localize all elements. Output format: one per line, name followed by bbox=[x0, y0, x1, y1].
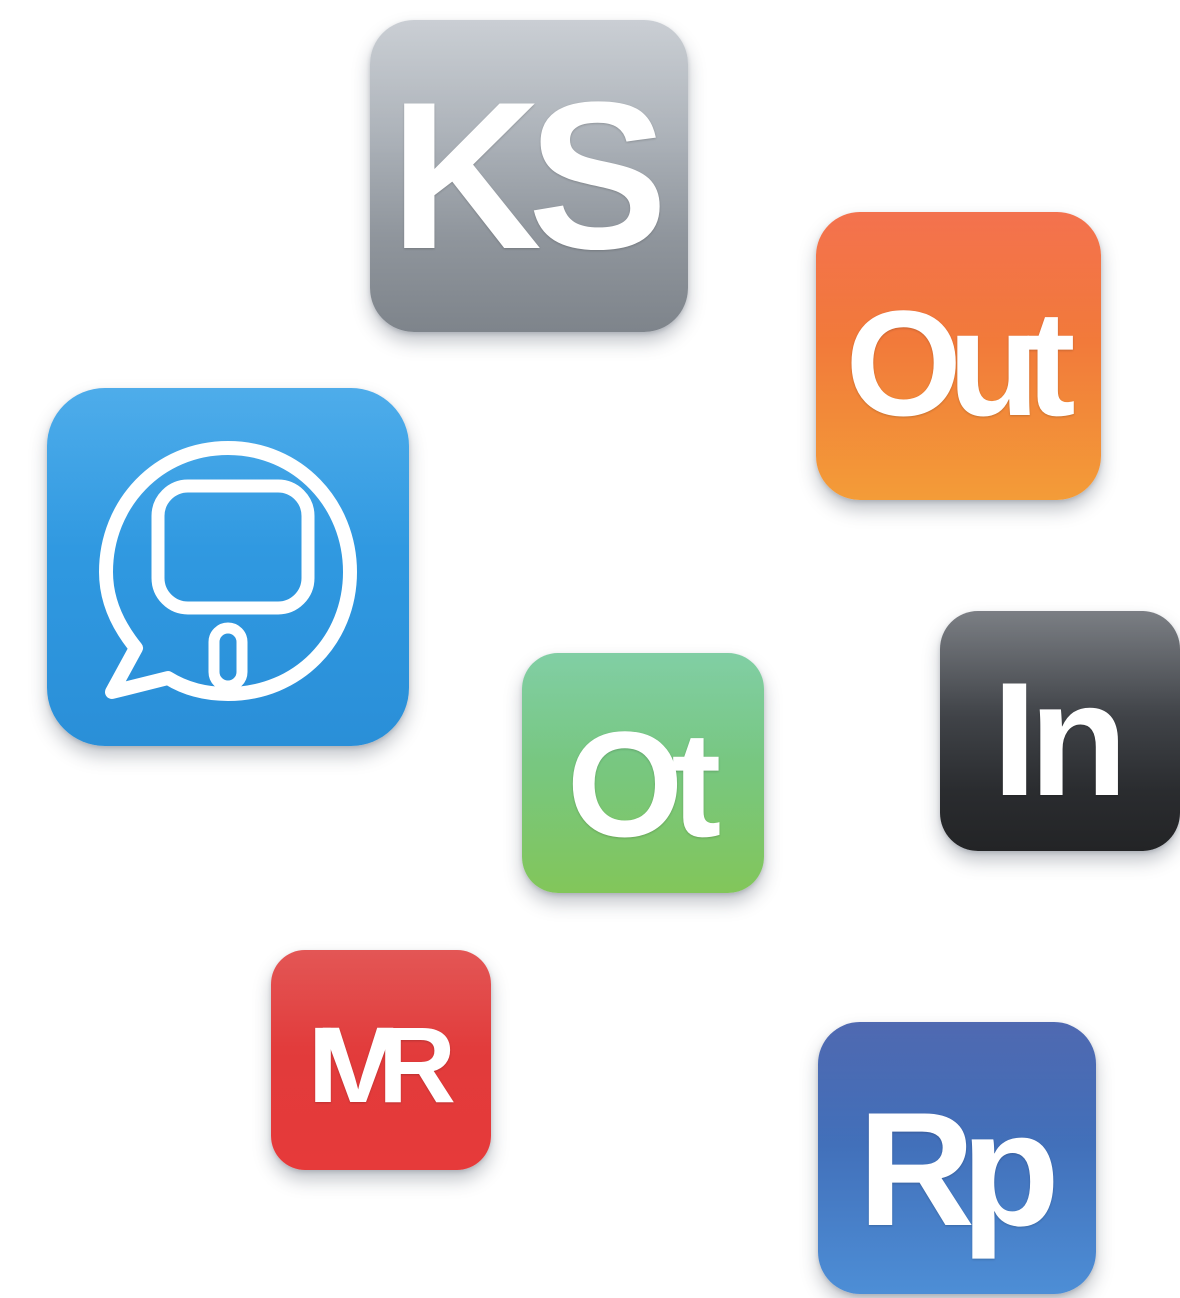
rp-app-label: Rp bbox=[858, 1079, 1060, 1260]
ks-app-label: KS bbox=[390, 58, 668, 293]
ot-app-icon[interactable]: Ot bbox=[522, 653, 764, 893]
ivr-app-label: IVR bbox=[307, 1004, 456, 1125]
ot-app-label: Ot bbox=[566, 700, 722, 868]
out-app-label: Out bbox=[845, 279, 1075, 447]
ivr-app-icon[interactable]: IVR bbox=[271, 950, 491, 1170]
ks-app-icon[interactable]: KS bbox=[370, 20, 688, 332]
out-app-icon[interactable]: Out bbox=[816, 212, 1101, 500]
in-app-label: In bbox=[992, 649, 1128, 830]
speech-bubble-monitor-icon bbox=[99, 441, 357, 701]
rp-app-icon[interactable]: Rp bbox=[818, 1022, 1096, 1294]
chat-app-icon[interactable] bbox=[47, 388, 409, 746]
in-app-icon[interactable]: In bbox=[940, 611, 1180, 851]
